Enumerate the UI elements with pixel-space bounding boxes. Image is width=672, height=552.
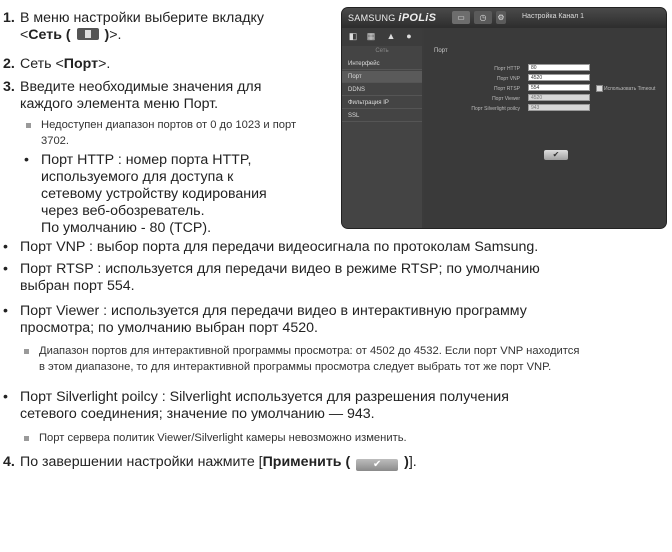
viewer-port-input: 4520 [528, 94, 590, 101]
step-number: 1. [3, 10, 15, 26]
video-icon[interactable]: ◧ [348, 31, 358, 41]
screenshot-title: Настройка Канал 1 [522, 13, 585, 20]
screenshot-main: Порт Порт HTTP 80 Порт VNP 4520 Порт RTS… [424, 28, 666, 228]
sidebar-item-ssl[interactable]: SSL [342, 110, 422, 122]
note-bullet-icon [24, 349, 29, 354]
bullet-dot-icon: • [3, 389, 8, 405]
network-tab-icon [76, 28, 99, 40]
field-label: Порт RTSP [494, 86, 520, 92]
playback-icon[interactable]: ◷ [474, 11, 492, 24]
timeout-checkbox[interactable] [596, 85, 603, 92]
brand-logo: SAMSUNG iPOLiS [348, 12, 437, 24]
system-icon[interactable]: ● [404, 31, 414, 41]
event-icon[interactable]: ▲ [386, 31, 396, 41]
step-4: 4. По завершении настройки нажмите [Прим… [3, 454, 417, 471]
silverlight-port-input: 943 [528, 104, 590, 111]
apply-button[interactable]: ✔ [544, 150, 568, 160]
manual-page: 1. В меню настройки выберите вкладку <Се… [0, 0, 672, 552]
sidebar-item-port[interactable]: Порт [342, 71, 422, 83]
sidebar-section-label: Сеть [375, 48, 389, 54]
screenshot-sidebar: ◧ ▦ ▲ ● Сеть Интерфейс Порт DDNS Фильтра… [342, 28, 422, 228]
field-label: Порт HTTP [494, 66, 520, 72]
field-label: Порт Silverlight poilcy [471, 106, 520, 112]
step-1: 1. В меню настройки выберите вкладку <Се… [3, 10, 343, 46]
step-text: В меню настройки выберите вкладку <Сеть … [20, 10, 264, 43]
step-3: 3. Введите необходимые значения для кажд… [3, 79, 262, 112]
bullet-dot-icon: • [3, 239, 8, 255]
rtsp-port-input[interactable]: 554 [528, 84, 590, 91]
setup-gear-icon[interactable]: ⚙ [496, 11, 506, 24]
note-bullet-icon [24, 436, 29, 441]
bullet-dot-icon: • [24, 152, 29, 168]
bullet-dot-icon: • [3, 303, 8, 319]
field-label: Порт Viewer [492, 96, 520, 102]
http-port-input[interactable]: 80 [528, 64, 590, 71]
screenshot-header: SAMSUNG iPOLiS ▭ ◷ ⚙ Настройка Канал 1 [342, 8, 666, 28]
sidebar-item-ddns[interactable]: DDNS [342, 84, 422, 96]
vnp-port-input[interactable]: 4520 [528, 74, 590, 81]
sidebar-item-interface[interactable]: Интерфейс [342, 58, 422, 70]
network-icon[interactable]: ▦ [366, 31, 376, 41]
sidebar-item-ip-filter[interactable]: Фильтрация IP [342, 97, 422, 109]
step-2: 2. Сеть <Порт>. [3, 56, 111, 72]
bullet-dot-icon: • [3, 261, 8, 277]
field-label: Порт VNP [496, 76, 520, 82]
apply-check-icon: ✔ [356, 459, 399, 471]
section-title: Порт [434, 48, 448, 54]
monitor-icon[interactable]: ▭ [452, 11, 470, 24]
timeout-label: Использовать Timeout [604, 86, 656, 92]
settings-screenshot: SAMSUNG iPOLiS ▭ ◷ ⚙ Настройка Канал 1 ◧… [342, 8, 666, 228]
note-bullet-icon [26, 123, 31, 128]
